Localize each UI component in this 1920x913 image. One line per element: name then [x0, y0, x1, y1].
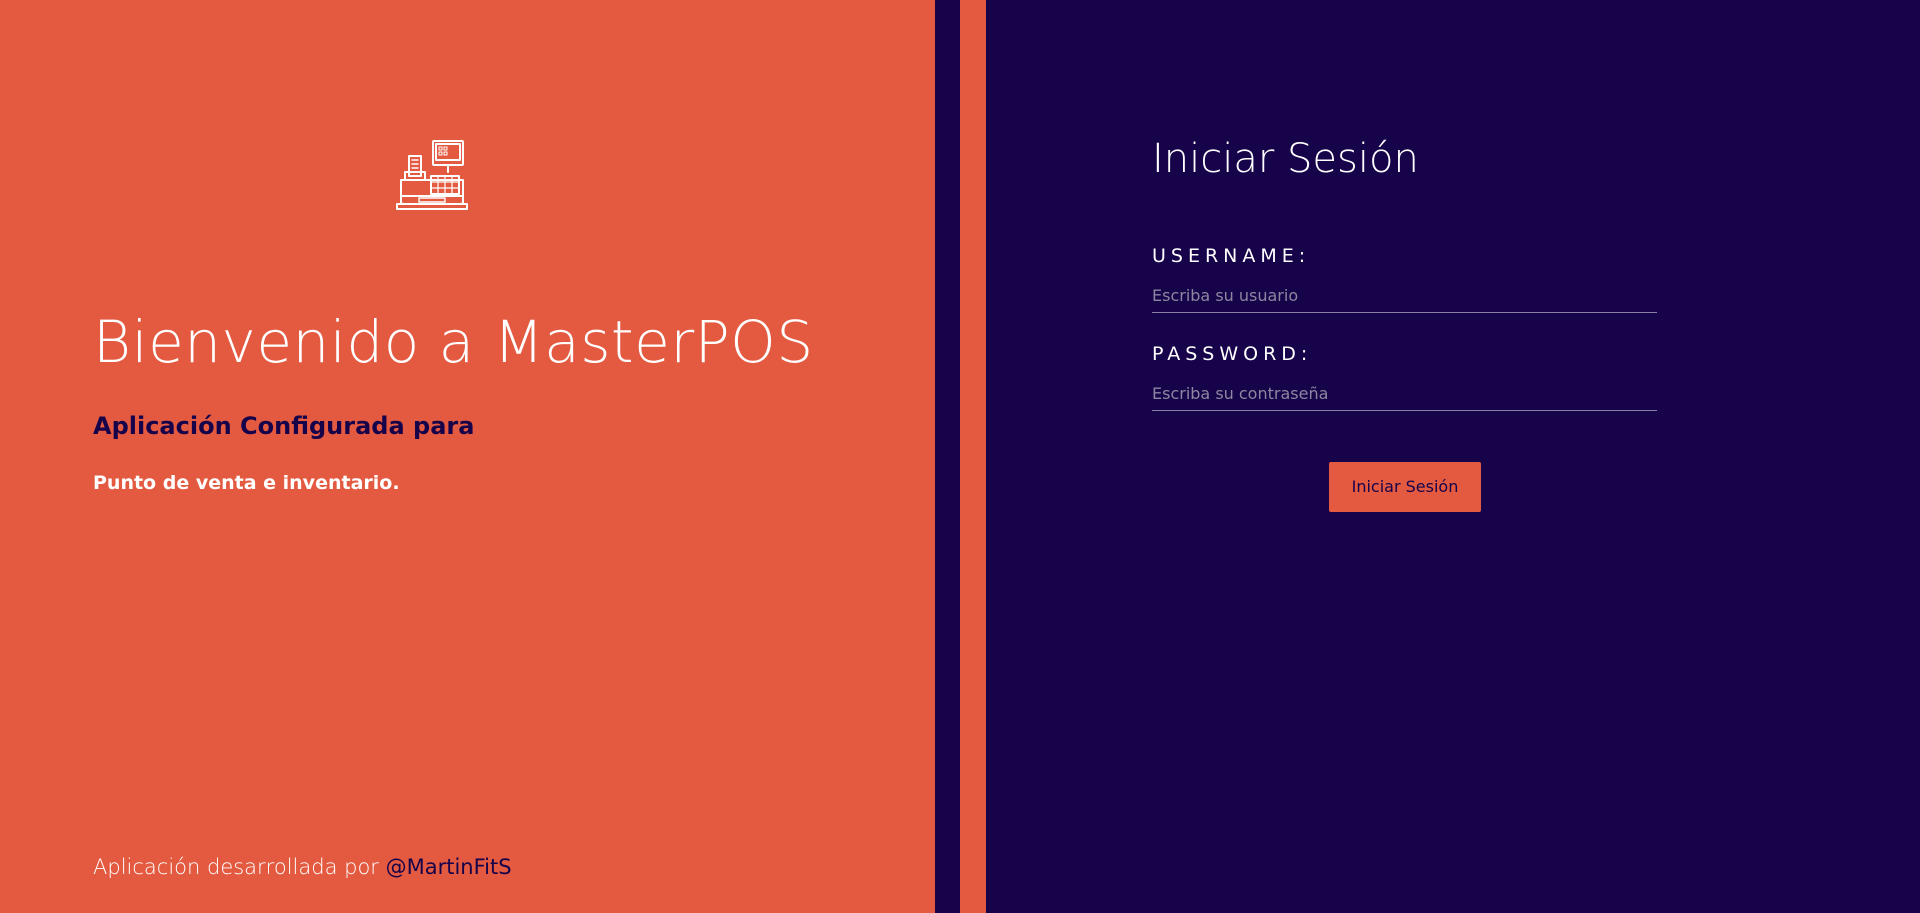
divider-stripe-dark: [935, 0, 960, 913]
welcome-panel: Bienvenido a MasterPOS Aplicación Config…: [0, 0, 935, 913]
app-subtitle: Aplicación Configurada para: [93, 412, 475, 440]
welcome-title: Bienvenido a MasterPOS: [93, 308, 814, 376]
cash-register-icon: [396, 140, 468, 210]
login-button[interactable]: Iniciar Sesión: [1329, 462, 1481, 512]
app-description: Punto de venta e inventario.: [93, 472, 400, 494]
login-title: Iniciar Sesión: [1152, 136, 1419, 182]
password-label: PASSWORD:: [1152, 343, 1313, 365]
author-link[interactable]: @MartinFitS: [386, 855, 512, 879]
username-label: USERNAME:: [1152, 245, 1311, 267]
footer-credit: Aplicación desarrollada por @MartinFitS: [93, 855, 512, 879]
login-page: Bienvenido a MasterPOS Aplicación Config…: [0, 0, 1920, 913]
divider-stripe-accent: [960, 0, 986, 913]
login-panel: [986, 0, 1920, 913]
username-input[interactable]: [1152, 278, 1657, 313]
footer-credit-prefix: Aplicación desarrollada por: [93, 855, 386, 879]
password-input[interactable]: [1152, 376, 1657, 411]
